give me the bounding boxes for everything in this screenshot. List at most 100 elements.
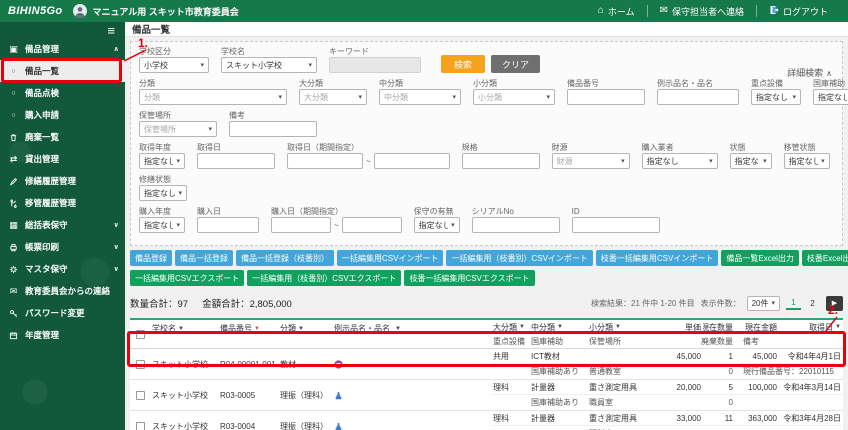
acquisition-date-input[interactable] bbox=[197, 153, 275, 169]
large-class-select[interactable]: 大分類▾ bbox=[299, 89, 367, 105]
school-name-select[interactable]: スキット小学校▾ bbox=[221, 57, 317, 73]
cell-item-number: R04-00001-001 bbox=[218, 360, 278, 369]
sidebar-item-password-henko[interactable]: パスワード変更 bbox=[0, 302, 125, 324]
acquisition-date-range-input[interactable] bbox=[287, 153, 363, 169]
sort-arrow-icon: ▼ bbox=[178, 326, 184, 332]
standard-input[interactable] bbox=[462, 153, 540, 169]
app-logo: BIHIN5Go bbox=[8, 5, 63, 17]
acquisition-year-select[interactable]: 指定なし▾ bbox=[139, 153, 185, 169]
item-number-input[interactable] bbox=[567, 89, 645, 105]
purchase-date-range-input[interactable] bbox=[342, 217, 402, 233]
school-type-select[interactable]: 小学校▾ bbox=[139, 57, 209, 73]
col-header-item-name[interactable]: 例示品名・品名▼ bbox=[332, 323, 491, 334]
col-header-item-number[interactable]: 備品番号▼ bbox=[218, 323, 278, 334]
item-list-excel-export-button[interactable]: 備品一覧Excel出力 bbox=[721, 250, 799, 266]
sidebar-item-kyoiku-iinkai-renraku[interactable]: ✉教育委員会からの連絡 bbox=[0, 280, 125, 302]
acquisition-year-field: 取得年度指定なし▾ bbox=[139, 143, 185, 169]
item-register-button[interactable]: 備品登録 bbox=[130, 250, 172, 266]
sidebar-item-haiki-ichiran[interactable]: 廃棄一覧 bbox=[0, 126, 125, 148]
cell-line1-0: 理科 bbox=[491, 413, 529, 424]
bulk-edit-branch-csv-import-button[interactable]: 一括編集用（枝番別）CSVインポート bbox=[446, 250, 592, 266]
sidebar-item-bihin-ichiran[interactable]: ○備品一覧 bbox=[0, 60, 125, 82]
serial-no-input[interactable] bbox=[472, 217, 560, 233]
sidebar-item-ikan-rireki-kanri[interactable]: 移管履歴管理 bbox=[0, 192, 125, 214]
search-button[interactable]: 検索 bbox=[441, 55, 485, 73]
home-button[interactable]: ⌂ ホーム bbox=[586, 5, 647, 18]
per-page-select[interactable]: 20件▾ bbox=[747, 296, 780, 311]
advanced-search-toggle[interactable]: 詳細検索∧ bbox=[787, 66, 832, 79]
col-header-school-name[interactable]: 学校名▼ bbox=[150, 323, 218, 334]
purchase-date-input[interactable] bbox=[197, 217, 259, 233]
purchase-year-select[interactable]: 指定なし▾ bbox=[139, 217, 185, 233]
col-header-current-amount[interactable]: 現在金額 bbox=[735, 322, 779, 333]
row-checkbox[interactable] bbox=[136, 360, 145, 369]
cell-item-name[interactable] bbox=[332, 360, 491, 369]
sidebar-item-master-hoshu[interactable]: マスタ保守∨ bbox=[0, 258, 125, 280]
branch-bulk-edit-csv-import-button[interactable]: 枝番一括編集用CSVインポート bbox=[596, 250, 718, 266]
dropdown-caret-icon: ▾ bbox=[208, 125, 212, 133]
repair-status-select[interactable]: 指定なし▾ bbox=[139, 185, 187, 201]
acquisition-date-range-input[interactable] bbox=[374, 153, 450, 169]
sidebar-item-nendo-kanri[interactable]: 年度管理 bbox=[0, 324, 125, 346]
key-icon bbox=[8, 309, 19, 318]
branch-bulk-edit-csv-export-button[interactable]: 枝番一括編集用CSVエクスポート bbox=[404, 270, 534, 286]
transfer-status-select[interactable]: 指定なし▾ bbox=[784, 153, 830, 169]
national-subsidy-select[interactable]: 指定なし▾ bbox=[813, 89, 848, 105]
classification-select[interactable]: 分類▾ bbox=[139, 89, 287, 105]
storage-location-select[interactable]: 保管場所▾ bbox=[139, 121, 217, 137]
col-header-classification[interactable]: 分類▼ bbox=[278, 323, 332, 334]
dropdown-caret-icon: ▾ bbox=[621, 157, 625, 165]
sidebar: ≡ ▣備品管理∧○備品一覧○備品点検○購入申請廃棄一覧⇄貸出管理修繕履歴管理移管… bbox=[0, 22, 125, 430]
page-2-button[interactable]: 2 bbox=[805, 296, 820, 310]
item-name-input[interactable] bbox=[657, 89, 739, 105]
sidebar-item-shuzen-rireki-kanri[interactable]: 修繕履歴管理 bbox=[0, 170, 125, 192]
sidebar-item-sokatsuhyo-hoshu[interactable]: ▦総括表保守∨ bbox=[0, 214, 125, 236]
keyword-input[interactable] bbox=[329, 57, 421, 73]
row-checkbox[interactable] bbox=[136, 422, 145, 430]
item-bulk-register-branch-button[interactable]: 備品一括登録（枝番別） bbox=[236, 250, 334, 266]
priority-equipment-select[interactable]: 指定なし▾ bbox=[751, 89, 801, 105]
status-select[interactable]: 指定なし▾ bbox=[730, 153, 772, 169]
national-subsidy-value: 指定なし bbox=[818, 92, 847, 103]
col-header-small-class[interactable]: 小分類▼ bbox=[587, 322, 657, 333]
item-bulk-register-button[interactable]: 備品一括登録 bbox=[175, 250, 233, 266]
medium-class-label: 中分類 bbox=[379, 79, 461, 88]
bulk-edit-branch-csv-export-button[interactable]: 一括編集用（枝番別）CSVエクスポート bbox=[247, 270, 401, 286]
col-header-medium-class[interactable]: 中分類▼ bbox=[529, 322, 587, 333]
maintenance-select[interactable]: 指定なし▾ bbox=[414, 217, 460, 233]
remarks-input[interactable] bbox=[229, 121, 317, 137]
clear-button[interactable]: クリア bbox=[491, 55, 540, 73]
acquisition-date-label: 取得日 bbox=[197, 143, 275, 152]
sidebar-item-chohyo-insatsu[interactable]: 帳票印刷∨ bbox=[0, 236, 125, 258]
keyword-label: キーワード bbox=[329, 47, 421, 56]
purchase-date-range-input[interactable] bbox=[271, 217, 331, 233]
sidebar-item-konyu-shinsei[interactable]: ○購入申請 bbox=[0, 104, 125, 126]
sidebar-item-bihin-tenken[interactable]: ○備品点検 bbox=[0, 82, 125, 104]
row-checkbox[interactable] bbox=[136, 391, 145, 400]
contact-maintenance-button[interactable]: ✉ 保守担当者へ連絡 bbox=[648, 5, 756, 18]
col-header-acquisition-date[interactable]: 取得日▼ bbox=[779, 322, 843, 333]
branch-excel-export-button[interactable]: 枝番Excel出力 bbox=[802, 250, 848, 266]
record-id-input[interactable] bbox=[572, 217, 660, 233]
page-1-button[interactable]: 1 bbox=[786, 296, 801, 310]
sidebar-item-label: 購入申請 bbox=[25, 109, 59, 121]
col-header-unit-price[interactable]: 単価 bbox=[657, 322, 703, 333]
sidebar-item-bihin-kanri[interactable]: ▣備品管理∧ bbox=[0, 38, 125, 60]
select-all-checkbox[interactable] bbox=[136, 330, 145, 339]
cell-item-name[interactable] bbox=[332, 391, 491, 400]
next-page-button[interactable]: ▶ bbox=[826, 296, 843, 311]
fund-source-select[interactable]: 財源▾ bbox=[552, 153, 630, 169]
bulk-edit-csv-import-button[interactable]: 一括編集用CSVインポート bbox=[337, 250, 443, 266]
menu-toggle-icon[interactable]: ≡ bbox=[107, 24, 115, 37]
purchase-vendor-select[interactable]: 指定なし▾ bbox=[642, 153, 718, 169]
logout-button[interactable]: ログアウト bbox=[757, 5, 840, 18]
small-class-select[interactable]: 小分類▾ bbox=[473, 89, 555, 105]
dropdown-caret-icon: ▾ bbox=[452, 93, 456, 101]
cell-item-name[interactable] bbox=[332, 422, 491, 430]
sidebar-item-kashidashi-kanri[interactable]: ⇄貸出管理 bbox=[0, 148, 125, 170]
bulk-edit-csv-export-button[interactable]: 一括編集用CSVエクスポート bbox=[130, 270, 244, 286]
medium-class-select[interactable]: 中分類▾ bbox=[379, 89, 461, 105]
col-header-large-class[interactable]: 大分類▼ bbox=[491, 322, 529, 333]
cell-line1-1: 計量器 bbox=[529, 382, 587, 393]
col-header-current-quantity[interactable]: 現在数量 bbox=[703, 322, 735, 333]
